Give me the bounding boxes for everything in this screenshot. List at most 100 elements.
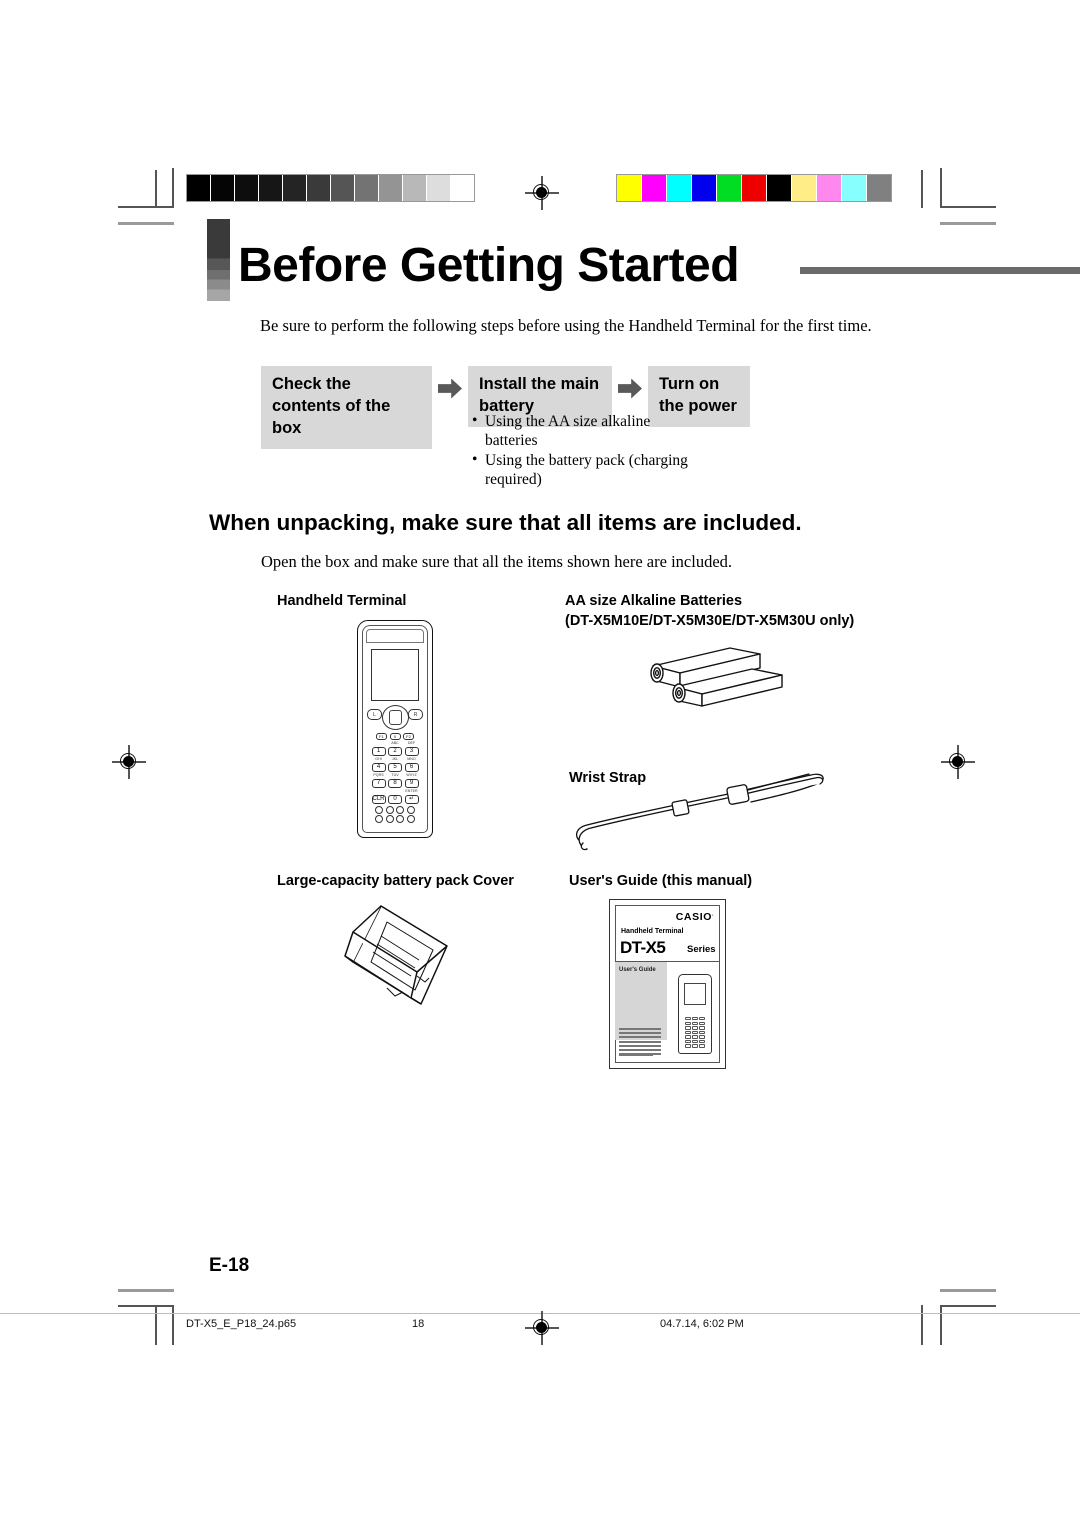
terminal-key-caption: ENTER	[405, 788, 418, 793]
calibration-swatch-0	[187, 175, 211, 201]
manual-terminal-key	[699, 1030, 706, 1035]
page-number: E-18	[209, 1255, 250, 1276]
registration-target-bottom	[525, 1311, 559, 1345]
terminal-key-caption-row: ENTER	[367, 788, 423, 794]
manual-terminal-key	[692, 1044, 698, 1048]
calibration-swatch-0	[617, 175, 642, 201]
aa-batteries-title: AA size Alkaline Batteries	[565, 593, 743, 609]
terminal-top-band	[366, 629, 424, 643]
footer-page: 18	[412, 1318, 425, 1330]
grayscale-calibration-strip	[186, 174, 475, 202]
manual-terminal-key	[684, 1017, 691, 1021]
item-label-aa-batteries: AA size Alkaline Batteries (DT-X5M10E/DT…	[565, 591, 854, 631]
terminal-key-caption	[372, 790, 386, 794]
terminal-key-caption	[388, 790, 402, 794]
terminal-key: F2	[403, 733, 414, 740]
document-page: Before Getting Started Be sure to perfor…	[0, 0, 1080, 1528]
step-box-check-contents: Check the contents of the box	[261, 366, 432, 449]
crop-mark-top-right-v	[940, 168, 942, 208]
terminal-dpad-center	[389, 710, 402, 725]
calibration-swatch-4	[717, 175, 742, 201]
manual-footer-placeholder	[619, 1054, 653, 1056]
calibration-swatch-7	[355, 175, 379, 201]
terminal-key: 6	[404, 763, 419, 772]
manual-terminal-key	[699, 1026, 706, 1030]
casio-logo: CASIO.	[675, 911, 714, 923]
calibration-swatch-10	[867, 175, 891, 201]
aa-batteries-models: (DT-X5M10E/DT-X5M30E/DT-X5M30U only)	[565, 613, 855, 629]
calibration-swatch-2	[235, 175, 259, 201]
arrow-right-icon	[618, 378, 642, 399]
manual-terminal-key	[692, 1021, 698, 1025]
manual-terminal-key	[684, 1030, 691, 1035]
calibration-swatch-3	[692, 175, 717, 201]
item-label-handheld-terminal: Handheld Terminal	[277, 593, 407, 609]
manual-terminal-key	[699, 1039, 706, 1044]
terminal-key: 5	[388, 763, 402, 772]
crop-mark-top-left-bleed	[118, 222, 174, 225]
users-guide-cover: CASIO. Handheld Terminal DT-X5 Series Us…	[609, 899, 726, 1069]
terminal-function-key	[406, 815, 415, 823]
crop-mark-top-left-tick	[155, 170, 157, 208]
manual-terminal-key-row	[683, 1026, 707, 1030]
terminal-key-row: 123	[367, 747, 423, 756]
calibration-swatch-5	[307, 175, 331, 201]
terminal-key-caption: DEF	[407, 740, 416, 745]
terminal-key-row: F1 0 F2	[367, 733, 423, 740]
terminal-function-key-row	[367, 805, 423, 814]
manual-terminal-key	[692, 1039, 698, 1044]
terminal-function-key	[396, 805, 405, 814]
page-title: Before Getting Started	[238, 239, 740, 292]
color-calibration-strip	[616, 174, 892, 202]
crop-mark-bottom-left-bleed	[118, 1289, 174, 1292]
terminal-key: 2	[388, 747, 402, 756]
manual-terminal-key-row	[683, 1017, 707, 1021]
manual-terminal-key-row	[683, 1039, 707, 1044]
calibration-swatch-1	[211, 175, 235, 201]
terminal-function-key	[375, 805, 384, 814]
footer-timestamp: 04.7.14, 6:02 PM	[660, 1318, 744, 1330]
crop-mark-top-right-bleed	[940, 222, 996, 225]
calibration-swatch-6	[331, 175, 355, 201]
terminal-key: F1	[376, 733, 387, 740]
calibration-swatch-4	[283, 175, 307, 201]
manual-product-line: Handheld Terminal	[621, 928, 684, 935]
terminal-key: 0	[388, 795, 402, 804]
terminal-function-key	[375, 815, 384, 823]
manual-body-text-placeholder	[619, 1028, 661, 1057]
calibration-swatch-3	[259, 175, 283, 201]
manual-terminal-key	[684, 1021, 691, 1025]
wrist-strap-illustration	[576, 773, 824, 851]
terminal-key: 3	[404, 747, 419, 756]
terminal-key: 0	[389, 733, 401, 740]
terminal-function-key-row	[367, 815, 423, 823]
calibration-swatch-9	[403, 175, 427, 201]
step-arrow-2	[612, 366, 648, 411]
calibration-swatch-5	[742, 175, 767, 201]
handheld-terminal-illustration: L R F1 0 F2 ABC DEF 1 2 3 GHI JKL MNO 4 5 6 PQRS TUV WXY…	[357, 620, 433, 838]
crop-mark-bottom-right-bleed	[940, 1289, 996, 1292]
crop-mark-bottom-right-tick	[921, 1305, 923, 1345]
terminal-key-caption	[372, 742, 386, 746]
manual-terminal-key-row	[683, 1044, 707, 1048]
calibration-swatch-11	[451, 175, 474, 201]
calibration-swatch-10	[427, 175, 451, 201]
manual-terminal-key	[699, 1021, 706, 1025]
manual-terminal-key	[692, 1017, 698, 1021]
battery-pack-cover-illustration	[344, 905, 448, 1005]
item-label-users-guide: User's Guide (this manual)	[569, 873, 753, 889]
intro-paragraph: Be sure to perform the following steps b…	[260, 316, 872, 335]
terminal-key-caption: WXYZ	[406, 772, 417, 777]
manual-series: Series	[687, 944, 716, 955]
item-label-battery-cover: Large-capacity battery pack Cover	[277, 873, 514, 889]
terminal-key-row: 789	[367, 779, 423, 788]
manual-guide-label: User's Guide	[619, 967, 656, 973]
terminal-key-caption: MNO	[407, 756, 416, 761]
terminal-key-caption-row: ABC DEF	[367, 740, 423, 746]
terminal-key: 4	[371, 763, 386, 772]
crop-mark-top-left-v	[172, 168, 174, 208]
terminal-key-caption-row: GHI JKL MNO	[367, 756, 423, 762]
registration-target-top	[525, 176, 559, 210]
terminal-function-key	[396, 815, 405, 823]
calibration-swatch-2	[667, 175, 692, 201]
